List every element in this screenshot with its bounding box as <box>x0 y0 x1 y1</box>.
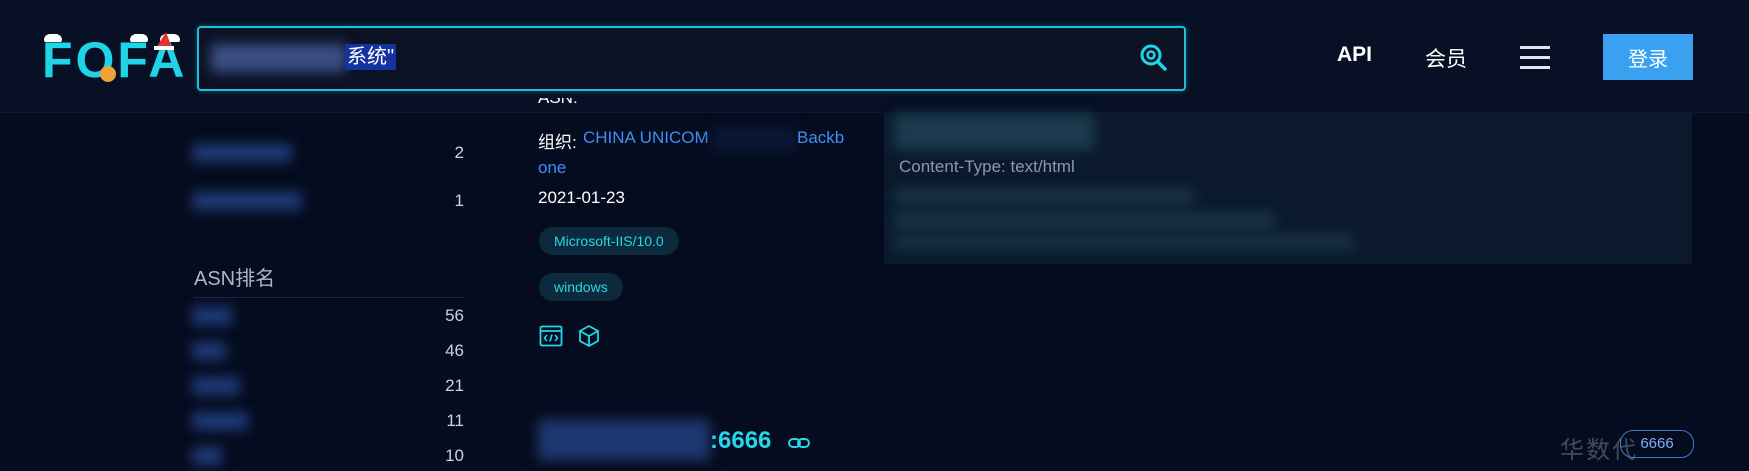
redacted-text <box>894 212 1274 230</box>
santa-hat-icon <box>154 32 174 50</box>
asn-row[interactable]: 21 <box>192 371 464 401</box>
snow-cap-icon <box>44 34 62 42</box>
content-type-text: Content-Type: text/html <box>899 157 1075 176</box>
code-icon[interactable] <box>539 324 563 348</box>
redacted-text <box>894 114 1094 150</box>
divider <box>194 297 464 298</box>
asn-row[interactable]: 46 <box>192 336 464 366</box>
asn-label-cut: ASN: <box>538 98 628 112</box>
stat-count: 1 <box>454 191 464 210</box>
redacted-label <box>192 377 240 395</box>
asn-count: 56 <box>445 306 464 325</box>
redacted-label <box>192 412 248 430</box>
fofa-logo[interactable]: FOFA <box>42 32 184 88</box>
link-icon[interactable] <box>788 436 810 450</box>
nav-vip-link[interactable]: 会员 <box>1425 43 1467 73</box>
asn-count: 21 <box>445 376 464 395</box>
asn-count: 46 <box>445 341 464 360</box>
login-button[interactable]: 登录 <box>1603 34 1693 80</box>
redacted-host <box>538 420 710 460</box>
os-tag[interactable]: windows <box>539 273 623 301</box>
search-box[interactable]: 系统" <box>197 26 1186 91</box>
cube-icon[interactable] <box>578 324 600 348</box>
sidebar-stat-row[interactable]: 2 <box>192 138 464 168</box>
redacted-query <box>211 44 346 72</box>
redacted-label <box>192 144 292 162</box>
top-header: FOFA 系统" API 会员 登录 <box>0 0 1749 113</box>
redacted-label <box>192 307 232 325</box>
redacted-label <box>192 342 226 360</box>
redacted-org <box>713 127 796 151</box>
search-input[interactable]: 系统" <box>345 44 397 70</box>
santa-hat-icon <box>100 66 116 82</box>
result-date: 2021-01-23 <box>538 188 625 207</box>
asn-row[interactable]: 56 <box>192 301 464 331</box>
server-tag[interactable]: Microsoft-IIS/10.0 <box>539 227 679 255</box>
redacted-label <box>192 192 302 210</box>
asn-count: 10 <box>445 446 464 465</box>
snow-cap-icon <box>130 34 148 42</box>
menu-icon[interactable] <box>1520 45 1550 71</box>
search-icon[interactable] <box>1138 42 1168 72</box>
response-header-panel: Content-Type: text/html <box>884 112 1692 264</box>
redacted-text <box>894 234 1354 250</box>
port-badge[interactable]: 6666 <box>1620 430 1694 458</box>
asn-count: 11 <box>446 411 464 430</box>
asn-ranking-title: ASN排名 <box>194 268 276 290</box>
sidebar-stat-row[interactable]: 1 <box>192 186 464 216</box>
org-link-wrap[interactable]: one <box>538 158 566 178</box>
org-link-end[interactable]: Backb <box>797 128 844 148</box>
result-port[interactable]: :6666 <box>710 427 771 455</box>
redacted-text <box>894 188 1194 204</box>
org-label: 组织: <box>538 133 577 152</box>
nav-api-link[interactable]: API <box>1337 43 1372 67</box>
asn-row[interactable]: 10 <box>192 441 464 471</box>
asn-row[interactable]: 11 <box>192 406 464 436</box>
org-link[interactable]: CHINA UNICOM <box>583 128 709 148</box>
stat-count: 2 <box>454 143 464 162</box>
redacted-label <box>192 447 222 465</box>
